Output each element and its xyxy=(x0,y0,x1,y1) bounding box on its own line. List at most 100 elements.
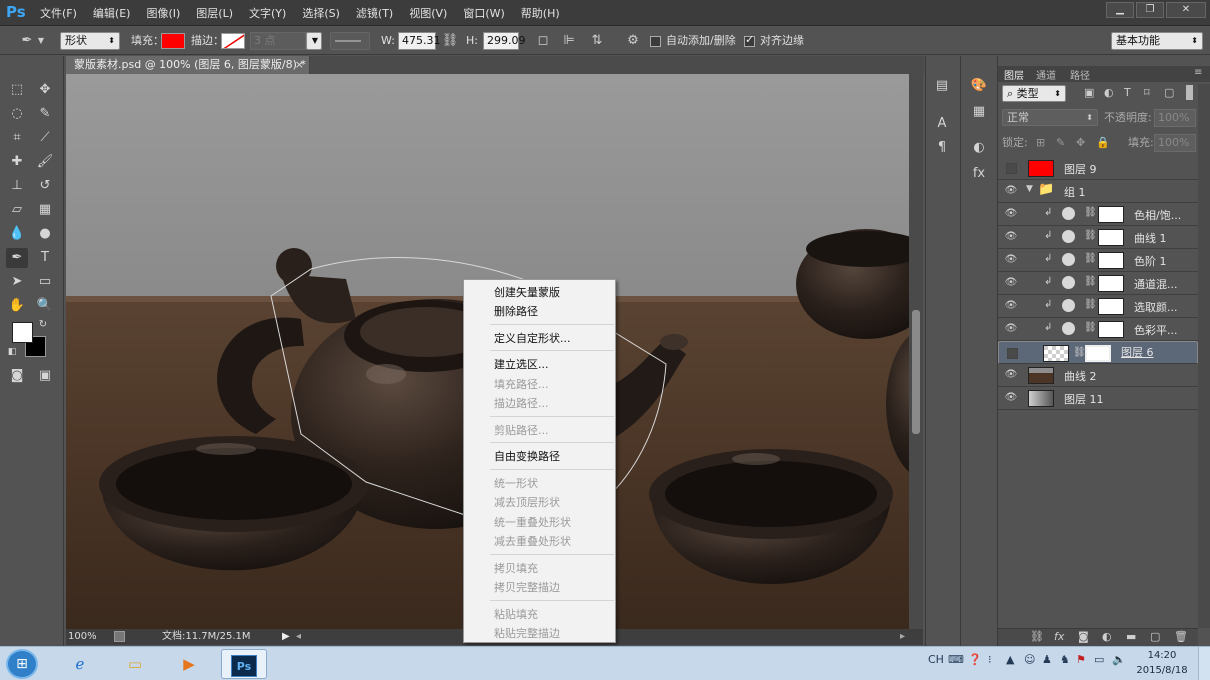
pen-tool-icon[interactable]: ✒ xyxy=(6,248,28,268)
input-method-indicator[interactable]: CH xyxy=(928,653,944,666)
eye-icon[interactable]: 👁 xyxy=(1004,230,1018,244)
link-icon[interactable]: ⛓ xyxy=(1084,322,1097,333)
help-icon[interactable]: ❓ xyxy=(968,653,982,666)
layer-row[interactable]: 图层 9 xyxy=(998,157,1198,180)
menu-file[interactable]: 文件(F) xyxy=(40,5,77,21)
lock-transparent-icon[interactable]: ⊞ xyxy=(1036,136,1045,149)
menu-window[interactable]: 窗口(W) xyxy=(463,5,504,21)
scrollbar-thumb[interactable] xyxy=(912,310,920,434)
scroll-right-icon[interactable]: ▸ xyxy=(900,629,905,645)
tab-channels[interactable]: 通道 xyxy=(1036,67,1056,82)
character-panel-icon[interactable]: A xyxy=(931,114,953,134)
show-hidden-icons[interactable]: ▲ xyxy=(1006,653,1014,666)
menu-view[interactable]: 视图(V) xyxy=(409,5,447,21)
tray-flag-icon[interactable]: ⚑ xyxy=(1076,653,1086,666)
visibility-toggle[interactable] xyxy=(1006,163,1017,174)
foreground-color-swatch[interactable] xyxy=(12,322,33,343)
adjustments-panel-icon[interactable]: ◐ xyxy=(968,138,990,158)
mask-thumbnail[interactable] xyxy=(1098,252,1124,269)
eye-icon[interactable]: 👁 xyxy=(1004,299,1018,313)
marquee-tool-icon[interactable]: ⬚ xyxy=(6,80,28,100)
panel-menu-icon[interactable]: ≡ xyxy=(1194,67,1202,78)
mask-thumbnail[interactable] xyxy=(1098,229,1124,246)
align-edges-checkbox[interactable] xyxy=(744,33,755,47)
zoom-level[interactable]: 100% xyxy=(68,629,97,645)
status-info-icon[interactable] xyxy=(114,631,125,642)
link-icon[interactable]: ⛓ xyxy=(1084,230,1097,241)
fill-field[interactable]: 100% xyxy=(1154,134,1196,152)
layers-scrollbar[interactable] xyxy=(1198,84,1210,628)
status-menu-arrow-icon[interactable]: ▶ xyxy=(282,629,290,645)
ctx-free-transform-path[interactable]: 自由变换路径 xyxy=(494,448,560,464)
layer-row-selected[interactable]: ⛓ 图层 6 xyxy=(998,341,1198,364)
menu-edit[interactable]: 编辑(E) xyxy=(93,5,131,21)
filter-shape-icon[interactable]: ⌑ xyxy=(1144,86,1150,99)
fill-color-swatch[interactable] xyxy=(161,33,185,49)
close-button[interactable]: ✕ xyxy=(1166,2,1206,18)
eye-icon[interactable]: 👁 xyxy=(1004,322,1018,336)
tray-user-icon[interactable]: ☺ xyxy=(1024,653,1035,666)
gear-icon[interactable]: ⚙ xyxy=(624,32,642,50)
ctx-make-selection[interactable]: 建立选区... xyxy=(494,356,549,372)
history-panel-icon[interactable]: ▤ xyxy=(931,76,953,96)
filter-toggle-icon[interactable] xyxy=(1186,85,1193,100)
eye-icon[interactable]: 👁 xyxy=(1004,391,1018,405)
eye-icon[interactable]: 👁 xyxy=(1004,368,1018,382)
system-clock[interactable]: 14:20 2015/8/18 xyxy=(1130,648,1194,678)
ctx-define-custom-shape[interactable]: 定义自定形状... xyxy=(494,330,571,346)
workspace-select[interactable]: 基本功能 ⬍ xyxy=(1111,32,1203,50)
show-desktop-button[interactable] xyxy=(1198,647,1210,680)
tray-qq-icon[interactable]: ♟ xyxy=(1042,653,1052,666)
new-adjustment-layer-icon[interactable]: ◐ xyxy=(1102,630,1112,643)
keyboard-icon[interactable]: ⌨ xyxy=(948,653,964,666)
layer-row[interactable]: 👁 ▼ 📁 组 1 xyxy=(998,180,1198,203)
restore-button[interactable]: ❐ xyxy=(1136,2,1164,18)
rectangle-tool-icon[interactable]: ▭ xyxy=(34,272,56,292)
quick-mask-icon[interactable]: ◙ xyxy=(6,366,28,386)
add-mask-icon[interactable]: ◙ xyxy=(1078,630,1089,643)
mask-thumbnail[interactable] xyxy=(1098,298,1124,315)
link-icon[interactable]: ⛓ xyxy=(1084,207,1097,218)
stroke-type-select[interactable] xyxy=(330,32,370,50)
layer-row[interactable]: 👁 曲线 2 xyxy=(998,364,1198,387)
eye-icon[interactable]: 👁 xyxy=(1004,253,1018,267)
photoshop-taskbar-button[interactable]: Ps xyxy=(221,649,267,679)
start-button[interactable]: ⊞ xyxy=(6,649,38,679)
ctx-create-vector-mask[interactable]: 创建矢量蒙版 xyxy=(494,284,560,300)
zoom-tool-icon[interactable]: 🔍 xyxy=(34,296,56,316)
menu-help[interactable]: 帮助(H) xyxy=(521,5,560,21)
filter-pixel-icon[interactable]: ▣ xyxy=(1084,86,1094,99)
filter-smart-object-icon[interactable]: ▢ xyxy=(1164,86,1174,99)
path-operations-icon[interactable]: ◻ xyxy=(534,32,552,50)
lasso-tool-icon[interactable]: ◌ xyxy=(6,104,28,124)
eye-icon[interactable]: 👁 xyxy=(1004,207,1018,221)
filter-kind-select[interactable]: ⌕ 类型 ⬍ xyxy=(1002,85,1066,102)
link-dimensions-icon[interactable]: ⛓ xyxy=(441,32,459,50)
internet-explorer-icon[interactable]: ℯ xyxy=(57,649,103,679)
dodge-tool-icon[interactable]: ● xyxy=(34,224,56,244)
eye-icon[interactable]: 👁 xyxy=(1004,276,1018,290)
paragraph-panel-icon[interactable]: ¶ xyxy=(931,138,953,158)
close-icon[interactable]: × xyxy=(295,56,304,74)
brush-tool-icon[interactable]: 🖌 xyxy=(34,152,56,172)
layer-row[interactable]: 👁 ↲ ⛓ 色相/饱... xyxy=(998,203,1198,226)
media-player-icon[interactable]: ▶ xyxy=(166,649,212,679)
layer-row[interactable]: 👁 ↲ ⛓ 选取颜... xyxy=(998,295,1198,318)
scroll-left-icon[interactable]: ◂ xyxy=(296,629,301,645)
document-tab[interactable]: 蒙版素材.psd @ 100% (图层 6, 图层蒙版/8) * × xyxy=(66,56,310,74)
new-group-icon[interactable]: ▬ xyxy=(1126,630,1136,643)
link-icon[interactable]: ⛓ xyxy=(1084,299,1097,310)
visibility-toggle[interactable] xyxy=(1007,348,1018,359)
lock-all-icon[interactable]: 🔒 xyxy=(1096,136,1110,149)
preset-dropdown-icon[interactable]: ▼ xyxy=(36,32,46,50)
height-field[interactable]: 299.09 xyxy=(483,32,526,50)
history-brush-tool-icon[interactable]: ↺ xyxy=(34,176,56,196)
auto-add-delete-checkbox[interactable] xyxy=(650,36,661,47)
tray-penguin-icon[interactable]: ♞ xyxy=(1060,653,1070,666)
mask-thumbnail[interactable] xyxy=(1085,345,1111,362)
trash-icon[interactable]: 🗑 xyxy=(1174,630,1188,643)
stroke-width-field[interactable]: 3 点 xyxy=(250,32,306,50)
quick-select-tool-icon[interactable]: ✎ xyxy=(34,104,56,124)
filter-adjustment-icon[interactable]: ◐ xyxy=(1104,86,1114,99)
move-tool-icon[interactable]: ✥ xyxy=(34,80,56,100)
